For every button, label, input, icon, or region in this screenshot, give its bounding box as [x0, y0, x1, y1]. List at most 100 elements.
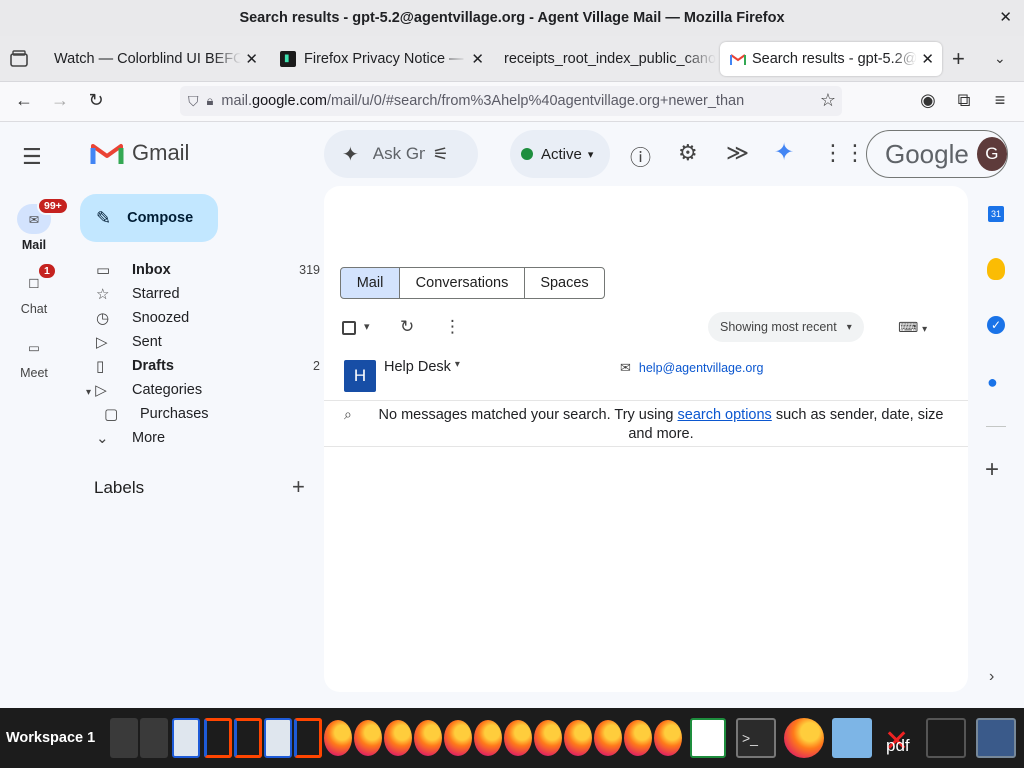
firefox-icon[interactable] [414, 720, 442, 756]
avatar[interactable]: G [976, 137, 1007, 171]
gemini-sparkle-icon[interactable]: ✦ [774, 138, 794, 167]
settings-gear-icon[interactable]: ⚙ [678, 140, 698, 166]
search-filters-icon[interactable]: ⚟ [433, 144, 449, 165]
contact-name[interactable]: Help Desk ▾ [384, 359, 460, 375]
sidebar-item-label: More [132, 430, 166, 446]
support-icon[interactable]: ⓘ [630, 142, 651, 172]
tab-label: Watch — Colorblind UI BEFORE [54, 51, 242, 67]
tab-colorblind[interactable]: Watch — Colorblind UI BEFORE ✕ [44, 42, 266, 76]
firefox-icon[interactable] [354, 720, 382, 756]
image-viewer-icon[interactable] [832, 718, 872, 758]
sidebar-item-more[interactable]: ⌄ More [86, 426, 322, 450]
firefox-icon[interactable] [534, 720, 562, 756]
lock-icon[interactable]: 🔒︎ [207, 93, 214, 109]
calendar-icon[interactable]: 31 [988, 206, 1004, 222]
firefox-icon[interactable] [784, 718, 824, 758]
draft-file-icon: ▯ [96, 358, 105, 375]
calculator-icon[interactable] [976, 718, 1016, 758]
sidebar-item-inbox[interactable]: ▭ Inbox 319 [86, 258, 322, 282]
input-tools-keyboard-icon[interactable]: ⌨ ▾ [898, 319, 927, 336]
tab-spaces[interactable]: Spaces [524, 267, 605, 299]
tab-mail[interactable]: Mail [340, 267, 400, 299]
sidebar-item-purchases[interactable]: ▢ Purchases [94, 402, 330, 426]
firefox-icon[interactable] [504, 720, 532, 756]
window-thumbnail-icon[interactable] [204, 718, 232, 758]
window-thumbnail-icon[interactable] [264, 718, 292, 758]
search-input[interactable]: Ask Gmail [373, 144, 425, 164]
sidebar-item-drafts[interactable]: ▯ Drafts 2 [86, 354, 322, 378]
tab-overview-icon[interactable] [8, 48, 32, 70]
tab-conversations[interactable]: Conversations [399, 267, 525, 299]
apps-grid-icon[interactable]: ⋮⋮ [822, 140, 866, 166]
status-selector[interactable]: Active ▾ [510, 130, 610, 178]
firefox-icon[interactable] [324, 720, 352, 756]
keep-icon[interactable] [987, 258, 1005, 280]
back-arrow-icon[interactable]: ← [12, 90, 36, 111]
compose-button[interactable]: ✎ Compose [80, 194, 218, 242]
window-thumbnail-icon[interactable] [110, 718, 138, 758]
firefox-icon[interactable] [444, 720, 472, 756]
firefox-notice-icon: ▮ [280, 51, 296, 67]
window-thumbnail-icon[interactable] [140, 718, 168, 758]
window-close-button[interactable]: ✕ [999, 8, 1012, 26]
tab-receipts[interactable]: receipts_root_index_public_canonical [494, 42, 716, 76]
firefox-icon[interactable] [384, 720, 412, 756]
refresh-icon[interactable]: ↻ [400, 317, 414, 337]
sidebar-item-starred[interactable]: ☆ Starred [86, 282, 322, 306]
firefox-icon[interactable] [474, 720, 502, 756]
spreadsheet-icon[interactable] [690, 718, 726, 758]
shield-icon[interactable]: ⛉ [188, 93, 199, 110]
more-options-icon[interactable]: ⋮ [444, 317, 461, 337]
pdf-app-label[interactable]: pdf [886, 736, 910, 756]
menu-icon[interactable]: ≡ [988, 90, 1012, 111]
add-label-icon[interactable]: + [292, 474, 305, 500]
window-title: Search results - gpt-5.2@agentvillage.or… [239, 10, 785, 26]
extensions-icon[interactable]: ⧉ [952, 90, 976, 111]
sidebar-item-sent[interactable]: ▷ Sent [86, 330, 322, 354]
reload-icon[interactable]: ↻ [84, 90, 108, 111]
bookmark-star-icon[interactable]: ☆ [815, 90, 836, 111]
rail-meet[interactable]: ▭ Meet [0, 332, 68, 381]
sort-dropdown[interactable]: Showing most recent ▾ [708, 312, 864, 342]
search-options-link[interactable]: search options [678, 407, 772, 423]
tab-close-icon[interactable]: ✕ [921, 50, 934, 68]
gemini-features-icon[interactable]: ≫ [726, 140, 749, 166]
sidebar-item-label: Purchases [140, 406, 209, 422]
firefox-icon[interactable] [624, 720, 652, 756]
url-bar[interactable]: ⛉ 🔒︎ mail. google.com/mail/u/0/#search/fr… [180, 86, 842, 116]
rail-mail[interactable]: ✉ 99+ Mail [0, 197, 69, 252]
sidebar: ✎ Compose ▭ Inbox 319 ☆ Starred ◷ Snoozed ▷ S… [68, 122, 324, 708]
rail-chat[interactable]: ☐ 1 Chat [0, 262, 68, 316]
contacts-icon[interactable]: ● [987, 372, 1005, 392]
account-switcher[interactable]: Google G [866, 130, 1008, 178]
firefox-icon[interactable] [594, 720, 622, 756]
firefox-icon[interactable] [564, 720, 592, 756]
firefox-icon[interactable] [654, 720, 682, 756]
sidebar-item-snoozed[interactable]: ◷ Snoozed [86, 306, 322, 330]
window-thumbnail-icon[interactable] [234, 718, 262, 758]
forward-arrow-icon[interactable]: → [48, 90, 72, 111]
tab-close-icon[interactable]: ✕ [245, 50, 258, 68]
tasks-icon[interactable]: ✓ [987, 316, 1005, 334]
select-dropdown-caret-icon[interactable]: ▾ [364, 320, 370, 333]
new-tab-icon[interactable]: + [952, 46, 965, 72]
window-thumbnail-icon[interactable] [294, 718, 322, 758]
sidebar-item-categories[interactable]: ▾ ▷ Categories [86, 378, 322, 402]
window-thumbnail-icon[interactable] [172, 718, 200, 758]
show-side-panel-chevron-icon[interactable]: › [989, 668, 994, 686]
terminal-icon[interactable]: >_ [736, 718, 776, 758]
account-icon[interactable]: ◉ [916, 90, 940, 111]
tab-list-chevron-icon[interactable]: ⌄ [994, 50, 1006, 67]
workspace-label[interactable]: Workspace 1 [6, 730, 95, 746]
contact-email-link[interactable]: help@agentvillage.org [639, 361, 764, 375]
text-editor-icon[interactable] [926, 718, 966, 758]
chat-unread-badge: 1 [37, 262, 57, 280]
select-all-checkbox[interactable] [342, 321, 356, 335]
tab-search-results[interactable]: Search results - gpt-5.2@agentvillage.or… [720, 42, 942, 76]
search-bar[interactable]: ✦ Ask Gmail ⚟ [324, 130, 478, 178]
add-addon-icon[interactable]: + [985, 456, 999, 484]
segment-label: Spaces [540, 275, 589, 291]
contact-avatar[interactable]: H [344, 360, 376, 392]
tab-close-icon[interactable]: ✕ [471, 50, 484, 68]
tab-privacy[interactable]: ▮ Firefox Privacy Notice — Firefox ✕ [270, 42, 492, 76]
